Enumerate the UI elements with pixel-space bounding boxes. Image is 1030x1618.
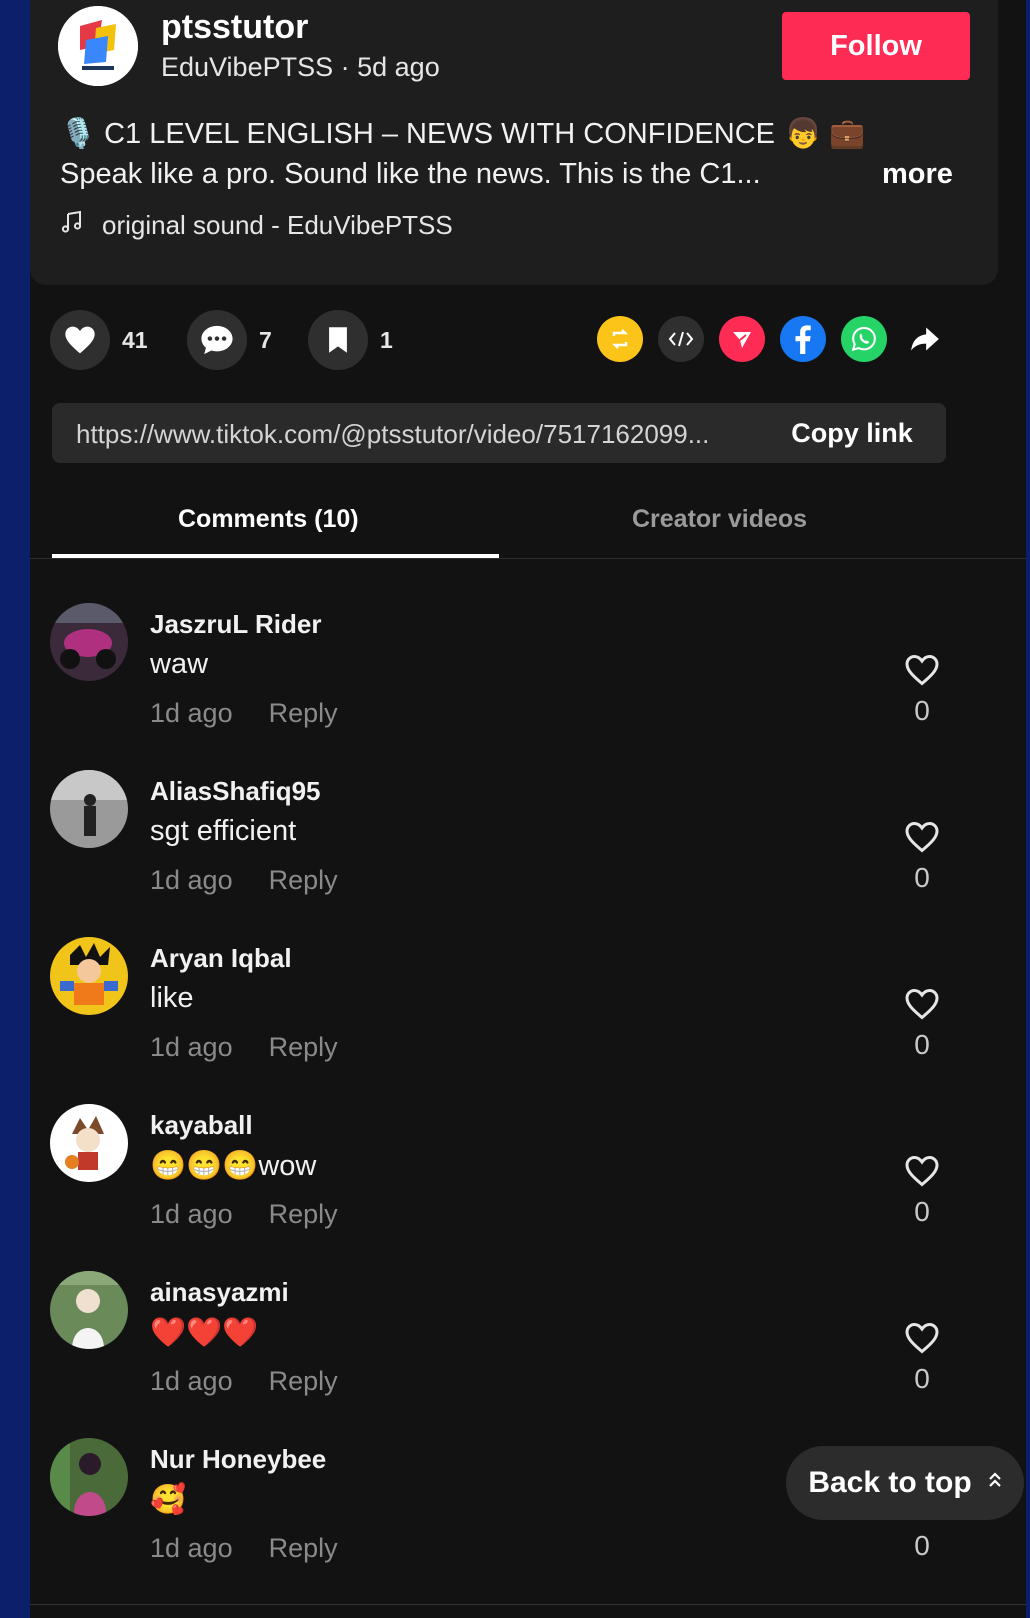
follow-button[interactable]: Follow xyxy=(782,12,970,80)
heart-outline-icon[interactable] xyxy=(904,987,940,1021)
comment-like-count: 0 xyxy=(914,862,930,893)
reply-button[interactable]: Reply xyxy=(269,865,338,895)
comment-like-count: 0 xyxy=(914,1363,930,1394)
heart-outline-icon[interactable] xyxy=(904,1321,940,1355)
comment-like-count: 0 xyxy=(914,1029,930,1060)
commenter-name[interactable]: JaszruL Rider xyxy=(150,609,321,640)
back-to-top-label: Back to top xyxy=(808,1466,972,1499)
commenter-name[interactable]: Aryan Iqbal xyxy=(150,943,292,974)
facebook-icon[interactable] xyxy=(780,316,826,362)
save-count: 1 xyxy=(380,326,393,353)
sound-link[interactable]: original sound - EduVibePTSS xyxy=(60,210,453,241)
commenter-avatar[interactable] xyxy=(50,603,128,681)
share-arrow-icon[interactable] xyxy=(902,316,948,362)
bookmark-icon[interactable] xyxy=(308,310,368,370)
comment-meta: 1d ago Reply xyxy=(150,1533,338,1564)
like-action[interactable]: 41 xyxy=(50,310,148,370)
commenter-avatar[interactable] xyxy=(50,937,128,1015)
comment-meta: 1d ago Reply xyxy=(150,1199,338,1230)
comment-action[interactable]: 7 xyxy=(187,310,272,370)
save-action[interactable]: 1 xyxy=(308,310,393,370)
heart-icon[interactable] xyxy=(50,310,110,370)
video-link-bar: https://www.tiktok.com/@ptsstutor/video/… xyxy=(52,403,946,463)
comment-time: 1d ago xyxy=(150,1533,233,1563)
tab-creator-videos[interactable]: Creator videos xyxy=(632,505,807,534)
reply-button[interactable]: Reply xyxy=(269,1032,338,1062)
commenter-avatar[interactable] xyxy=(50,1271,128,1349)
reply-button[interactable]: Reply xyxy=(269,1533,338,1563)
comment-time: 1d ago xyxy=(150,865,233,895)
microphone-icon: 🎙️ xyxy=(60,118,97,150)
comment-text: sgt efficient xyxy=(150,815,297,847)
reply-button[interactable]: Reply xyxy=(269,1366,338,1396)
double-chevron-up-icon xyxy=(988,1471,1002,1495)
creator-avatar[interactable] xyxy=(58,6,138,86)
creator-handle: EduVibePTSS xyxy=(161,52,334,82)
heart-outline-icon[interactable] xyxy=(904,820,940,854)
post-info-card: ptsstutor EduVibePTSS · 5d ago Follow 🎙️… xyxy=(30,0,998,285)
commenter-name[interactable]: Nur Honeybee xyxy=(150,1444,326,1475)
back-to-top-button[interactable]: Back to top xyxy=(786,1446,1024,1520)
embed-icon[interactable] xyxy=(658,316,704,362)
post-title: C1 LEVEL ENGLISH – NEWS WITH CONFIDENCE xyxy=(104,118,775,150)
post-time: 5d ago xyxy=(357,52,440,82)
comment-count: 7 xyxy=(259,326,272,353)
video-detail-panel: ptsstutor EduVibePTSS · 5d ago Follow 🎙️… xyxy=(30,0,1026,1618)
more-button[interactable]: more xyxy=(882,158,953,191)
bottom-divider xyxy=(30,1604,1026,1605)
comment-item: Aryan Iqbal like 1d ago Reply 0 xyxy=(30,937,1026,1104)
commenter-name[interactable]: AliasShafiq95 xyxy=(150,776,321,807)
tab-comments[interactable]: Comments (10) xyxy=(178,505,359,534)
whatsapp-icon[interactable] xyxy=(841,316,887,362)
heart-outline-icon[interactable] xyxy=(904,1154,940,1188)
comment-time: 1d ago xyxy=(150,1032,233,1062)
repost-icon[interactable] xyxy=(597,316,643,362)
comment-item: JaszruL Rider waw 1d ago Reply 0 xyxy=(30,603,1026,770)
comment-meta: 1d ago Reply xyxy=(150,865,338,896)
comment-bubble-icon[interactable] xyxy=(187,310,247,370)
tab-divider xyxy=(30,558,1026,559)
comment-item: ainasyazmi ❤️❤️❤️ 1d ago Reply 0 xyxy=(30,1271,1026,1438)
reply-button[interactable]: Reply xyxy=(269,698,338,728)
comment-text: like xyxy=(150,982,194,1014)
heart-outline-icon[interactable] xyxy=(904,653,940,687)
comment-text: waw xyxy=(150,648,209,680)
commenter-avatar[interactable] xyxy=(50,1104,128,1182)
commenter-name[interactable]: ainasyazmi xyxy=(150,1277,289,1308)
comment-text: 😁😁😁wow xyxy=(150,1150,317,1182)
comment-meta: 1d ago Reply xyxy=(150,1366,338,1397)
post-title-line: 🎙️ C1 LEVEL ENGLISH – NEWS WITH CONFIDENC… xyxy=(60,117,865,151)
music-note-icon xyxy=(60,210,90,241)
comment-like-count: 0 xyxy=(914,1530,930,1561)
comment-time: 1d ago xyxy=(150,1366,233,1396)
comment-text: ❤️❤️❤️ xyxy=(150,1317,259,1349)
commenter-name[interactable]: kayaball xyxy=(150,1110,253,1141)
comment-meta: 1d ago Reply xyxy=(150,698,338,729)
sound-name: original sound - EduVibePTSS xyxy=(102,210,453,240)
comment-text: 🥰 xyxy=(150,1484,187,1516)
face-icon: 👦 xyxy=(785,118,822,150)
briefcase-icon: 💼 xyxy=(829,118,866,150)
comment-item: AliasShafiq95 sgt efficient 1d ago Reply … xyxy=(30,770,1026,937)
commenter-avatar[interactable] xyxy=(50,770,128,848)
copy-link-button[interactable]: Copy link xyxy=(758,403,946,463)
comment-meta: 1d ago Reply xyxy=(150,1032,338,1063)
video-url[interactable]: https://www.tiktok.com/@ptsstutor/video/… xyxy=(76,419,709,450)
comment-like-count: 0 xyxy=(914,695,930,726)
commenter-avatar[interactable] xyxy=(50,1438,128,1516)
comment-time: 1d ago xyxy=(150,1199,233,1229)
subline-separator: · xyxy=(333,52,358,82)
comment-item: kayaball 😁😁😁wow 1d ago Reply 0 xyxy=(30,1104,1026,1271)
like-count: 41 xyxy=(122,326,148,353)
post-description: Speak like a pro. Sound like the news. T… xyxy=(60,158,761,190)
creator-username[interactable]: ptsstutor xyxy=(161,8,308,47)
reply-button[interactable]: Reply xyxy=(269,1199,338,1229)
creator-subline: EduVibePTSS · 5d ago xyxy=(161,52,440,83)
comment-like-count: 0 xyxy=(914,1196,930,1227)
send-icon[interactable] xyxy=(719,316,765,362)
comment-time: 1d ago xyxy=(150,698,233,728)
